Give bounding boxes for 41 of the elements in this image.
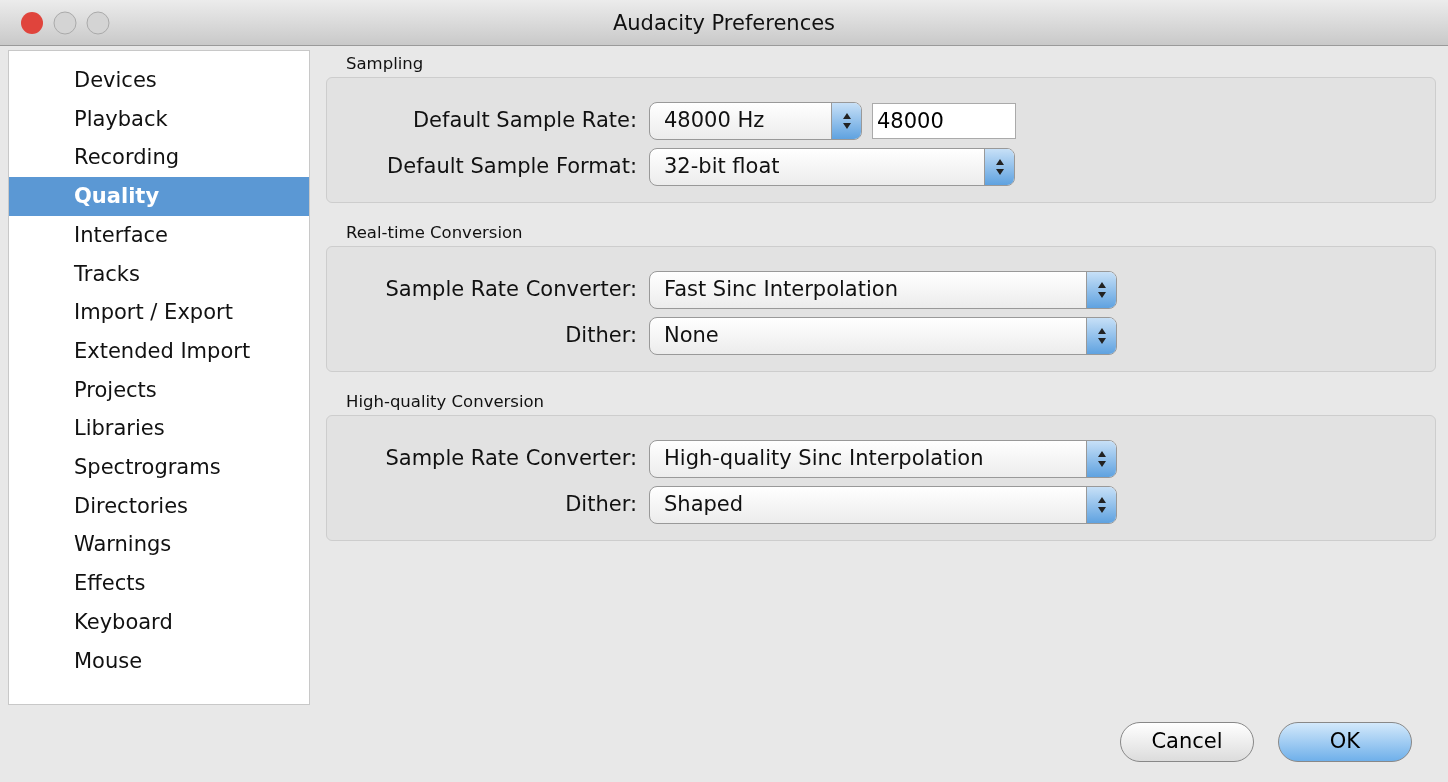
sidebar-item[interactable]: Import / Export bbox=[9, 293, 309, 332]
sidebar-item[interactable]: Warnings bbox=[9, 525, 309, 565]
dropdown[interactable]: Fast Sinc Interpolation bbox=[649, 271, 1117, 309]
sidebar-item[interactable]: Libraries bbox=[9, 409, 309, 449]
sidebar-item[interactable]: Directories bbox=[9, 486, 309, 526]
section-heading: High-quality Conversion bbox=[346, 391, 546, 410]
window-controls-drawing[interactable] bbox=[20, 11, 112, 35]
up-down-arrows-icon bbox=[1096, 450, 1107, 468]
up-down-arrows-icon bbox=[1096, 327, 1107, 345]
dropdown[interactable]: 48000 Hz bbox=[649, 102, 862, 140]
section-heading: Sampling bbox=[346, 53, 425, 72]
field-label: Dither: bbox=[564, 491, 637, 519]
sidebar-item[interactable]: Spectrograms bbox=[9, 448, 309, 487]
cancel-button[interactable]: Cancel bbox=[1120, 722, 1254, 762]
sidebar-item[interactable]: Keyboard bbox=[9, 602, 309, 642]
dropdown[interactable]: Shaped bbox=[649, 486, 1117, 524]
up-down-arrows-icon bbox=[1096, 496, 1107, 514]
sidebar-item[interactable]: Extended Import bbox=[9, 331, 309, 371]
sidebar-item[interactable]: Effects bbox=[9, 564, 309, 603]
section-heading: Real-time Conversion bbox=[346, 222, 524, 241]
ok-button[interactable]: OK bbox=[1278, 722, 1412, 762]
sidebar-item[interactable]: Projects bbox=[9, 370, 309, 410]
field-label: Dither: bbox=[564, 322, 637, 350]
dropdown[interactable]: High-quality Sinc Interpolation bbox=[649, 440, 1117, 478]
field-label: Sample Rate Converter: bbox=[384, 276, 637, 304]
sidebar-item[interactable]: Interface bbox=[9, 215, 309, 255]
dropdown[interactable]: 32-bit float bbox=[649, 148, 1015, 186]
sidebar-item[interactable]: Playback bbox=[9, 99, 309, 139]
field-label: Sample Rate Converter: bbox=[384, 445, 637, 473]
input-field[interactable]: 48000 bbox=[872, 103, 1016, 139]
sidebar-item[interactable]: Mouse bbox=[9, 641, 309, 681]
sidebar-item[interactable]: Recording bbox=[9, 138, 309, 178]
sidebar-item[interactable]: Devices bbox=[9, 61, 309, 100]
field-label: Default Sample Format: bbox=[386, 153, 637, 181]
up-down-arrows-icon bbox=[1096, 281, 1107, 299]
up-down-arrows-icon bbox=[994, 158, 1005, 176]
field-label: Default Sample Rate: bbox=[411, 107, 637, 135]
dropdown[interactable]: None bbox=[649, 317, 1117, 355]
sidebar-item[interactable]: Tracks bbox=[9, 254, 309, 294]
window-title: Audacity Preferences bbox=[612, 10, 836, 37]
up-down-arrows-icon bbox=[841, 112, 852, 130]
